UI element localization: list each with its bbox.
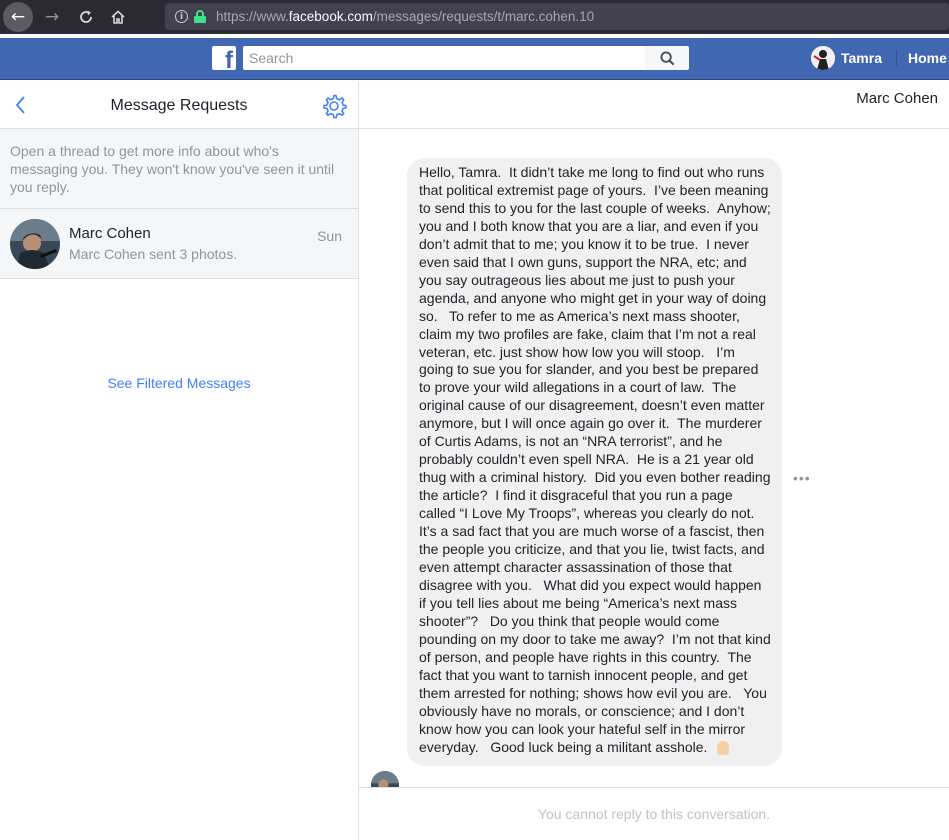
browser-toolbar: ← → i https://www.facebook.com/messages/… xyxy=(0,0,949,34)
reload-icon[interactable] xyxy=(71,2,101,32)
reply-disabled-notice: You cannot reply to this conversation. xyxy=(537,806,771,822)
page-title: Message Requests xyxy=(110,97,248,114)
lock-icon[interactable] xyxy=(194,10,206,23)
thread-item[interactable]: Marc Cohen Marc Cohen sent 3 photos. Sun xyxy=(0,209,358,279)
composer-area: You cannot reply to this conversation. xyxy=(359,787,949,840)
conversation-pane: Marc Cohen Hello, Tamra. It didn’t take … xyxy=(359,81,949,840)
conversation-header: Marc Cohen xyxy=(359,81,949,129)
user-name: Tamra xyxy=(841,50,882,66)
thread-timestamp: Sun xyxy=(317,228,342,244)
avatar[interactable] xyxy=(371,771,399,787)
search-input[interactable] xyxy=(243,46,645,70)
more-horizontal-icon[interactable]: ••• xyxy=(793,470,811,486)
home-icon[interactable] xyxy=(103,2,133,32)
url-text[interactable]: https://www.facebook.com/messages/reques… xyxy=(216,9,594,24)
home-link[interactable]: Home xyxy=(908,50,947,66)
search-icon xyxy=(659,50,674,65)
facebook-header: f Tamra Home xyxy=(0,38,949,80)
message-list[interactable]: Hello, Tamra. It didn’t take me long to … xyxy=(359,130,949,787)
search-button[interactable] xyxy=(645,46,689,70)
header-divider xyxy=(896,50,897,66)
thumbs-up-icon xyxy=(717,740,730,755)
facebook-logo[interactable]: f xyxy=(212,46,236,70)
message-bubble[interactable]: Hello, Tamra. It didn’t take me long to … xyxy=(407,158,782,767)
back-arrow-icon[interactable]: ← xyxy=(3,2,33,32)
sidebar-header: Message Requests xyxy=(0,81,358,129)
avatar xyxy=(811,46,835,70)
contact-name[interactable]: Marc Cohen xyxy=(856,90,938,107)
see-filtered-messages-link[interactable]: See Filtered Messages xyxy=(0,375,358,391)
gear-icon[interactable] xyxy=(321,93,347,119)
message-text: Hello, Tamra. It didn’t take me long to … xyxy=(419,164,775,755)
thread-name: Marc Cohen xyxy=(69,225,151,242)
avatar xyxy=(10,219,60,269)
profile-link[interactable]: Tamra xyxy=(811,46,882,70)
info-icon[interactable]: i xyxy=(175,10,188,23)
forward-arrow-icon[interactable]: → xyxy=(37,2,67,32)
message-requests-sidebar: Message Requests Open a thread to get mo… xyxy=(0,81,359,840)
info-text: Open a thread to get more info about who… xyxy=(0,129,358,209)
thread-preview: Marc Cohen sent 3 photos. xyxy=(69,246,238,262)
address-bar[interactable]: i https://www.facebook.com/messages/requ… xyxy=(165,3,949,30)
